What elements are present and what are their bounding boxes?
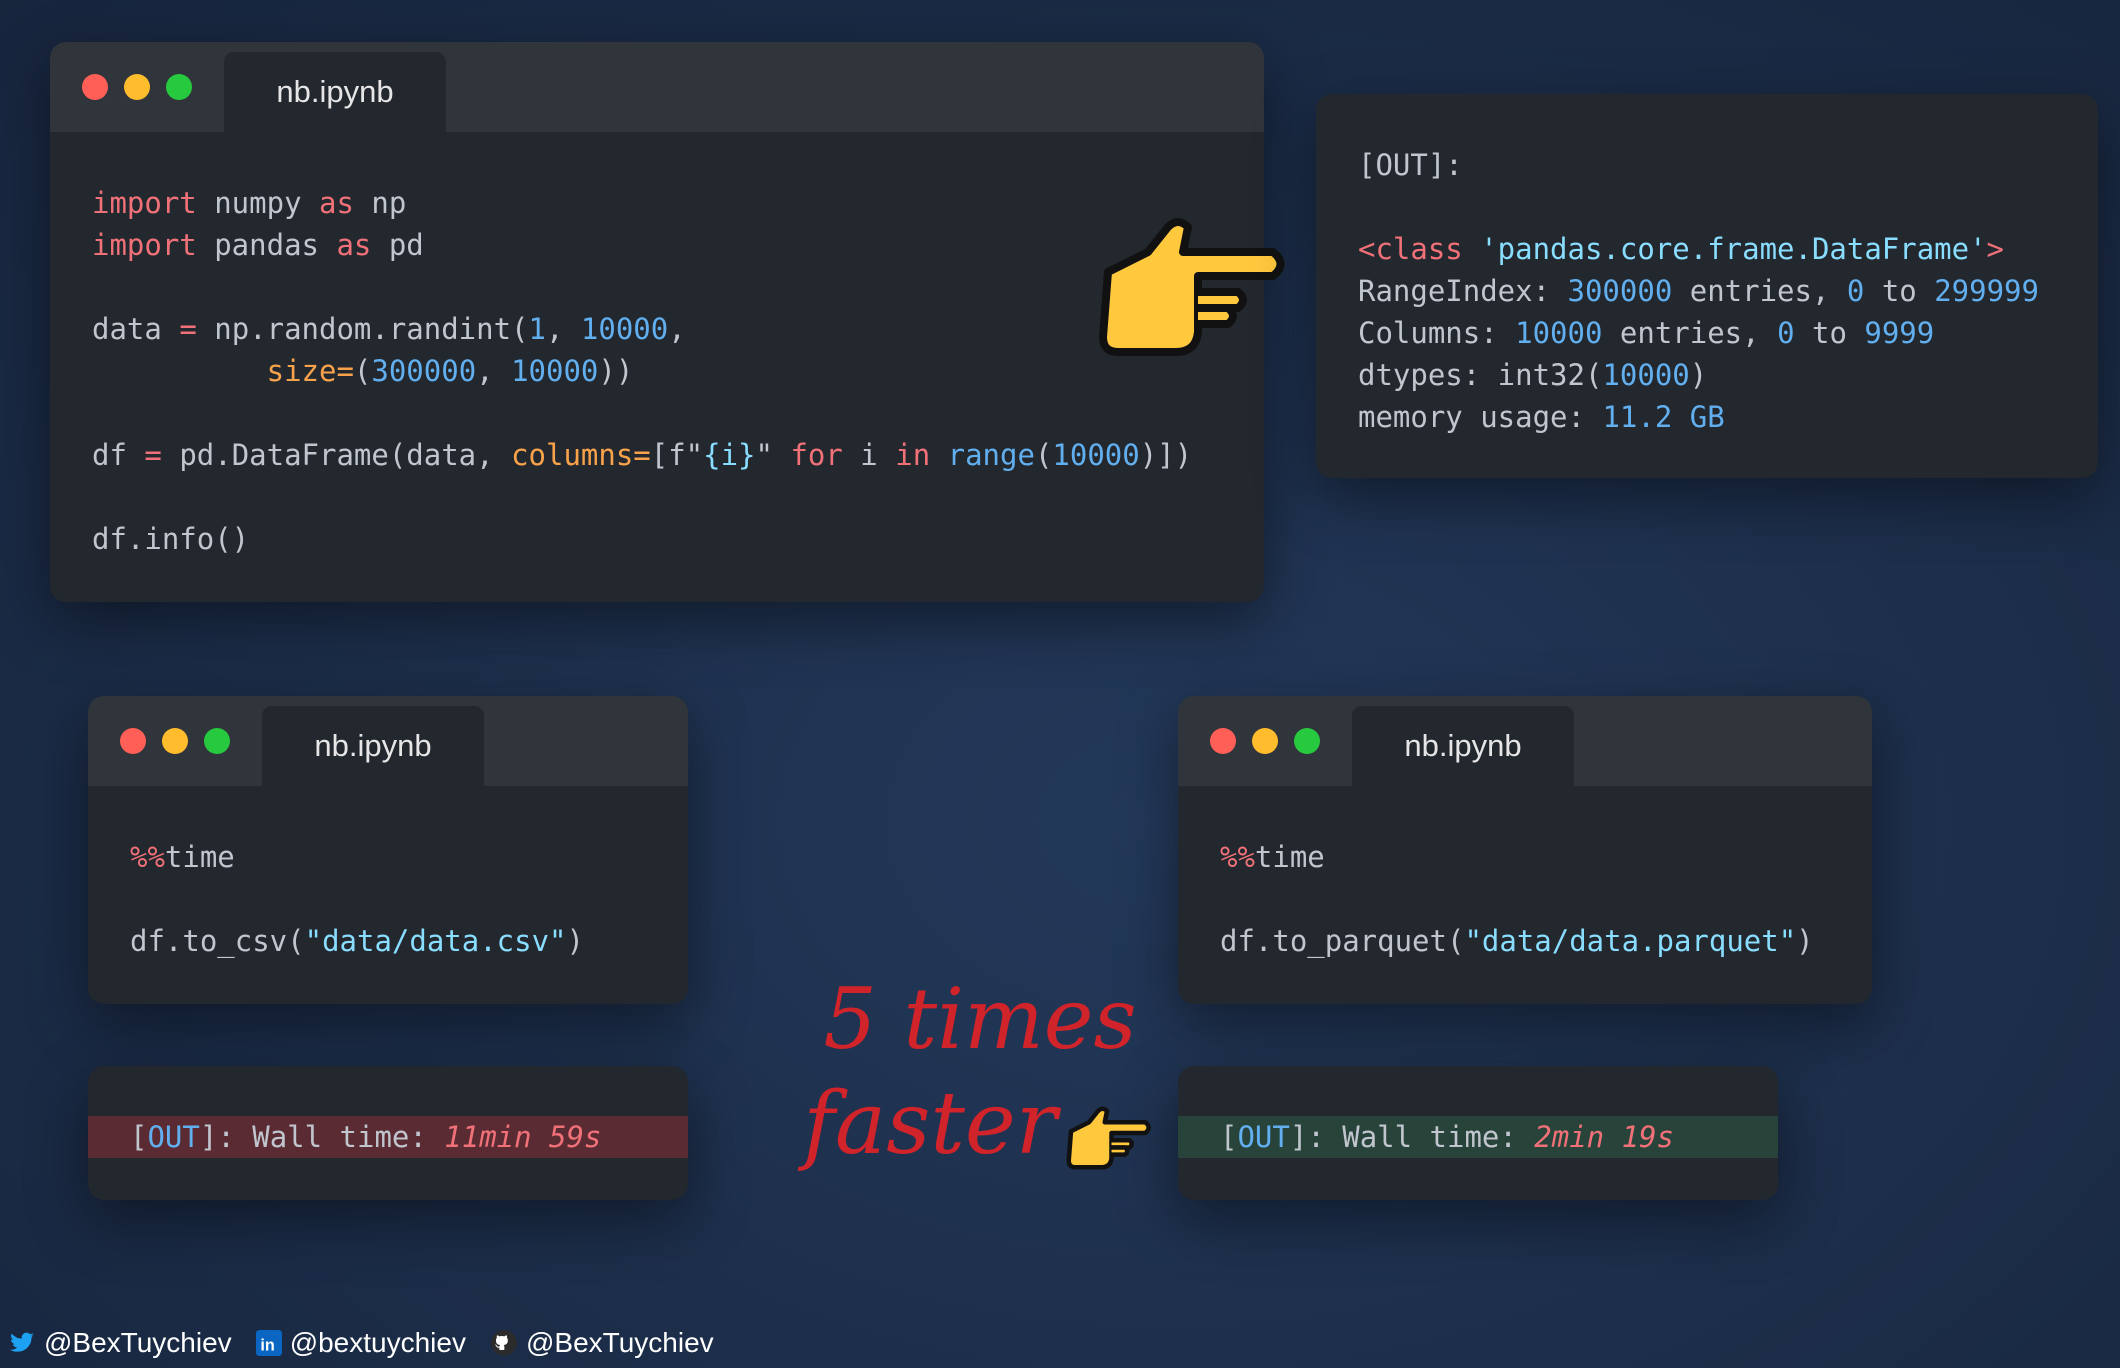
output-memory-line: memory usage: 11.2 GB (1358, 400, 1725, 434)
minimize-dot[interactable] (162, 728, 188, 754)
code-line-3: data = np.random.randint(1, 10000, (92, 312, 686, 346)
maximize-dot[interactable] (1294, 728, 1320, 754)
code-line-4: size=(300000, 10000)) (266, 354, 634, 388)
output-rangeindex-line: RangeIndex: 300000 entries, 0 to 299999 (1358, 274, 2039, 308)
close-dot[interactable] (1210, 728, 1236, 754)
code-cell[interactable]: %%time df.to_parquet("data/data.parquet"… (1220, 836, 1814, 962)
output-text: [OUT]: <class 'pandas.core.frame.DataFra… (1358, 144, 2039, 438)
window-controls (1210, 728, 1320, 754)
tab-notebook[interactable]: nb.ipynb (262, 706, 484, 786)
linkedin-link[interactable]: in @bextuychiev (255, 1327, 466, 1359)
code-cell[interactable]: import numpy as np import pandas as pd d… (92, 182, 1192, 560)
to-csv-line: df.to_csv("data/data.csv") (130, 924, 584, 958)
parquet-notebook-window: nb.ipynb %%time df.to_parquet("data/data… (1178, 696, 1872, 1004)
parquet-result-panel: [OUT]: Wall time: 2min 19s (1178, 1066, 1778, 1200)
annotation-line-1: 5 times (823, 970, 1137, 1068)
code-line-5: df = pd.DataFrame(data, columns=[f"{i}" … (92, 438, 1193, 472)
output-dtypes-line: dtypes: int32(10000) (1358, 358, 1708, 392)
minimize-dot[interactable] (124, 74, 150, 100)
output-columns-line: Columns: 10000 entries, 0 to 9999 (1358, 316, 1935, 350)
small-pointing-hand-icon (1066, 1106, 1151, 1170)
to-parquet-line: df.to_parquet("data/data.parquet") (1220, 924, 1814, 958)
csv-notebook-window: nb.ipynb %%time df.to_csv("data/data.csv… (88, 696, 688, 1004)
magic-line: %%time (130, 840, 235, 874)
window-controls (120, 728, 230, 754)
social-footer: @BexTuychiev in @bextuychiev @BexTuychie… (8, 1322, 738, 1364)
main-notebook-window: nb.ipynb import numpy as np import panda… (50, 42, 1264, 602)
code-line-2: import pandas as pd (92, 228, 424, 262)
tab-notebook[interactable]: nb.ipynb (1352, 706, 1574, 786)
output-class-line: <class 'pandas.core.frame.DataFrame'> (1358, 232, 2005, 266)
twitter-link[interactable]: @BexTuychiev (8, 1327, 232, 1359)
maximize-dot[interactable] (166, 74, 192, 100)
linkedin-handle: @bextuychiev (289, 1327, 466, 1358)
twitter-icon (10, 1332, 34, 1352)
magic-line: %%time (1220, 840, 1325, 874)
twitter-handle: @BexTuychiev (44, 1327, 232, 1358)
linkedin-icon: in (255, 1330, 282, 1356)
close-dot[interactable] (120, 728, 146, 754)
pointing-hand-icon (1099, 218, 1285, 356)
minimize-dot[interactable] (1252, 728, 1278, 754)
code-cell[interactable]: %%time df.to_csv("data/data.csv") (130, 836, 584, 962)
csv-result-panel: [OUT]: Wall time: 11min 59s (88, 1066, 688, 1200)
parquet-wall-time: [OUT]: Wall time: 2min 19s (1178, 1116, 1778, 1158)
code-line-6: df.info() (92, 522, 250, 556)
annotation-line-2: faster (803, 1074, 1057, 1174)
github-handle: @BexTuychiev (525, 1327, 714, 1358)
code-line-1: import numpy as np (92, 186, 407, 220)
csv-wall-time: [OUT]: Wall time: 11min 59s (88, 1116, 688, 1158)
output-panel: [OUT]: <class 'pandas.core.frame.DataFra… (1316, 94, 2098, 478)
svg-text:in: in (260, 1337, 274, 1355)
github-icon (491, 1330, 517, 1356)
github-link[interactable]: @BexTuychiev (490, 1327, 714, 1359)
output-header: [OUT]: (1358, 148, 1463, 182)
close-dot[interactable] (82, 74, 108, 100)
maximize-dot[interactable] (204, 728, 230, 754)
window-controls (82, 74, 192, 100)
tab-notebook[interactable]: nb.ipynb (224, 52, 446, 132)
